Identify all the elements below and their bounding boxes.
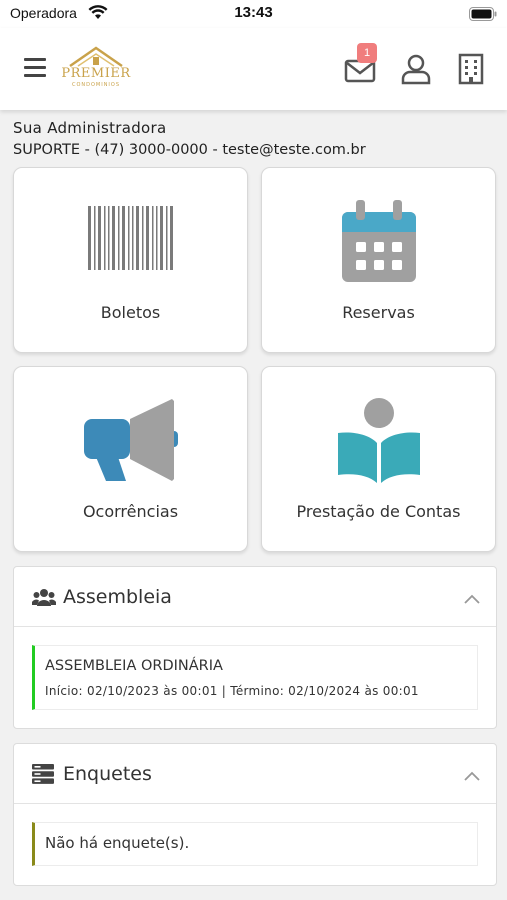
ocorrencias-tile[interactable]: Ocorrências <box>13 366 248 552</box>
app-header: PREMIER CONDOMINIOS 1 <box>0 28 507 110</box>
status-time: 13:43 <box>234 4 273 21</box>
status-bar: Operadora 13:43 <box>0 0 507 28</box>
user-icon[interactable] <box>399 52 433 86</box>
chevron-up-icon[interactable] <box>464 766 480 785</box>
enquetes-title: Enquetes <box>63 763 152 785</box>
enquetes-empty-text: Não há enquete(s). <box>45 834 190 852</box>
assembleia-entry-title: ASSEMBLEIA ORDINÁRIA <box>45 658 223 674</box>
assembleia-header[interactable]: Assembleia <box>14 567 496 627</box>
reservas-tile[interactable]: Reservas <box>261 167 496 353</box>
assembleia-panel: Assembleia ASSEMBLEIA ORDINÁRIA Início: … <box>13 566 497 729</box>
boletos-tile[interactable]: Boletos <box>13 167 248 353</box>
assembleia-entry-dates: Início: 02/10/2023 às 00:01 | Término: 0… <box>45 684 419 698</box>
calendar-icon <box>340 198 418 288</box>
mail-badge: 1 <box>357 43 377 63</box>
assembleia-entry[interactable]: ASSEMBLEIA ORDINÁRIA Início: 02/10/2023 … <box>32 645 478 710</box>
reading-person-icon <box>334 397 424 489</box>
reservas-label: Reservas <box>342 303 415 322</box>
building-icon[interactable] <box>454 52 488 86</box>
admin-contact: SUPORTE - (47) 3000-0000 - teste@teste.c… <box>13 142 366 158</box>
ocorrencias-label: Ocorrências <box>82 502 179 521</box>
barcode-icon <box>86 198 176 274</box>
boletos-label: Boletos <box>100 303 161 322</box>
menu-button[interactable] <box>24 58 48 80</box>
logo-text: PREMIER <box>61 66 131 81</box>
enquetes-header[interactable]: Enquetes <box>14 744 496 804</box>
assembleia-title: Assembleia <box>63 586 172 608</box>
logo-subtext: CONDOMINIOS <box>71 82 121 88</box>
premier-logo: PREMIER CONDOMINIOS <box>60 44 132 94</box>
prestacao-contas-tile[interactable]: Prestação de Contas <box>261 366 496 552</box>
admin-title: Sua Administradora <box>13 119 167 137</box>
enquetes-empty-entry: Não há enquete(s). <box>32 822 478 866</box>
prestacao-contas-label: Prestação de Contas <box>296 502 461 521</box>
battery-icon <box>469 6 497 25</box>
users-icon <box>31 587 57 611</box>
server-icon <box>32 764 54 788</box>
megaphone-icon <box>82 397 180 489</box>
enquetes-panel: Enquetes Não há enquete(s). <box>13 743 497 886</box>
chevron-up-icon[interactable] <box>464 589 480 608</box>
